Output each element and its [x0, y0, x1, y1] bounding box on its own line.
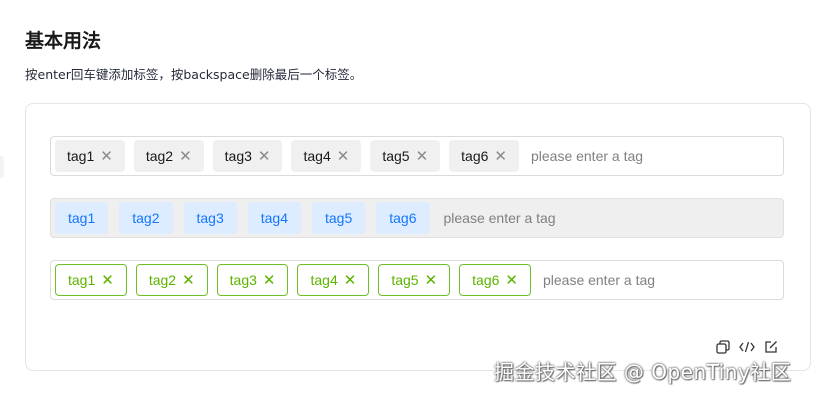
tag-label: tag1 — [67, 148, 95, 164]
demo-toolbar — [715, 339, 779, 355]
tag: tag6 — [376, 202, 430, 234]
tag: tag4 ✕ — [291, 140, 362, 172]
tag-label: tag6 — [389, 210, 417, 226]
close-icon[interactable]: ✕ — [263, 273, 276, 288]
close-icon[interactable]: ✕ — [258, 149, 271, 164]
close-icon[interactable]: ✕ — [344, 273, 357, 288]
tag-label: tag4 — [260, 210, 288, 226]
close-icon[interactable]: ✕ — [505, 273, 518, 288]
tag-label: tag6 — [472, 272, 500, 288]
section-description: 按enter回车键添加标签，按backspace删除最后一个标签。 — [25, 67, 363, 82]
tag: tag3 — [183, 202, 237, 234]
tag: tag4 ✕ — [297, 264, 370, 296]
close-icon[interactable]: ✕ — [425, 273, 438, 288]
tag-label: tag3 — [229, 272, 257, 288]
tag-label: tag3 — [196, 210, 224, 226]
tag: tag1 ✕ — [55, 140, 125, 172]
close-icon[interactable]: ✕ — [337, 149, 350, 164]
tag-input-success[interactable]: tag1 ✕ tag2 ✕ tag3 ✕ tag4 ✕ tag5 ✕ tag6 ✕ please ent… — [50, 260, 784, 300]
close-icon[interactable]: ✕ — [101, 273, 114, 288]
tag-label: tag3 — [224, 148, 252, 164]
edge-handle — [0, 156, 4, 178]
tag-input-placeholder: please enter a tag — [443, 210, 556, 226]
close-icon[interactable]: ✕ — [179, 149, 192, 164]
edit-icon[interactable] — [763, 339, 779, 355]
tag-input-default[interactable]: tag1 ✕ tag2 ✕ tag3 ✕ tag4 ✕ tag5 ✕ tag6 ✕ please ent… — [50, 136, 784, 176]
tag-label: tag5 — [325, 210, 353, 226]
tag-label: tag2 — [145, 148, 174, 164]
tag-label: tag4 — [303, 148, 331, 164]
watermark: 掘金技术社区 @ OpenTiny社区 — [494, 360, 792, 384]
copy-icon[interactable] — [715, 339, 731, 355]
tag: tag3 ✕ — [216, 264, 289, 296]
close-icon[interactable]: ✕ — [416, 149, 429, 164]
tag: tag2 ✕ — [133, 140, 204, 172]
tag: tag1 — [55, 202, 109, 234]
tag: tag5 ✕ — [378, 264, 451, 296]
tag: tag2 ✕ — [135, 264, 208, 296]
tag-label: tag5 — [391, 272, 419, 288]
tag-label: tag6 — [461, 148, 489, 164]
tag: tag2 — [119, 202, 173, 234]
tag-label: tag1 — [68, 210, 96, 226]
tag-label: tag1 — [68, 272, 96, 288]
code-icon[interactable] — [739, 339, 755, 355]
tag-input-placeholder[interactable]: please enter a tag — [543, 272, 655, 288]
tag-label: tag5 — [382, 148, 410, 164]
section-title: 基本用法 — [25, 30, 102, 52]
tag: tag4 — [247, 202, 301, 234]
tag-label: tag4 — [310, 272, 338, 288]
tag: tag5 — [312, 202, 366, 234]
tag: tag5 ✕ — [370, 140, 441, 172]
tag: tag6 ✕ — [459, 264, 531, 296]
tag: tag6 ✕ — [449, 140, 519, 172]
tag-label: tag2 — [132, 210, 160, 226]
close-icon[interactable]: ✕ — [182, 273, 195, 288]
close-icon[interactable]: ✕ — [100, 149, 113, 164]
tag-input-placeholder[interactable]: please enter a tag — [531, 148, 643, 164]
tag: tag1 ✕ — [55, 264, 127, 296]
tag-label: tag2 — [148, 272, 177, 288]
tag: tag3 ✕ — [212, 140, 283, 172]
tag-input-disabled: tag1 tag2 tag3 tag4 tag5 tag6 please enter a t… — [50, 198, 784, 238]
close-icon[interactable]: ✕ — [494, 149, 507, 164]
